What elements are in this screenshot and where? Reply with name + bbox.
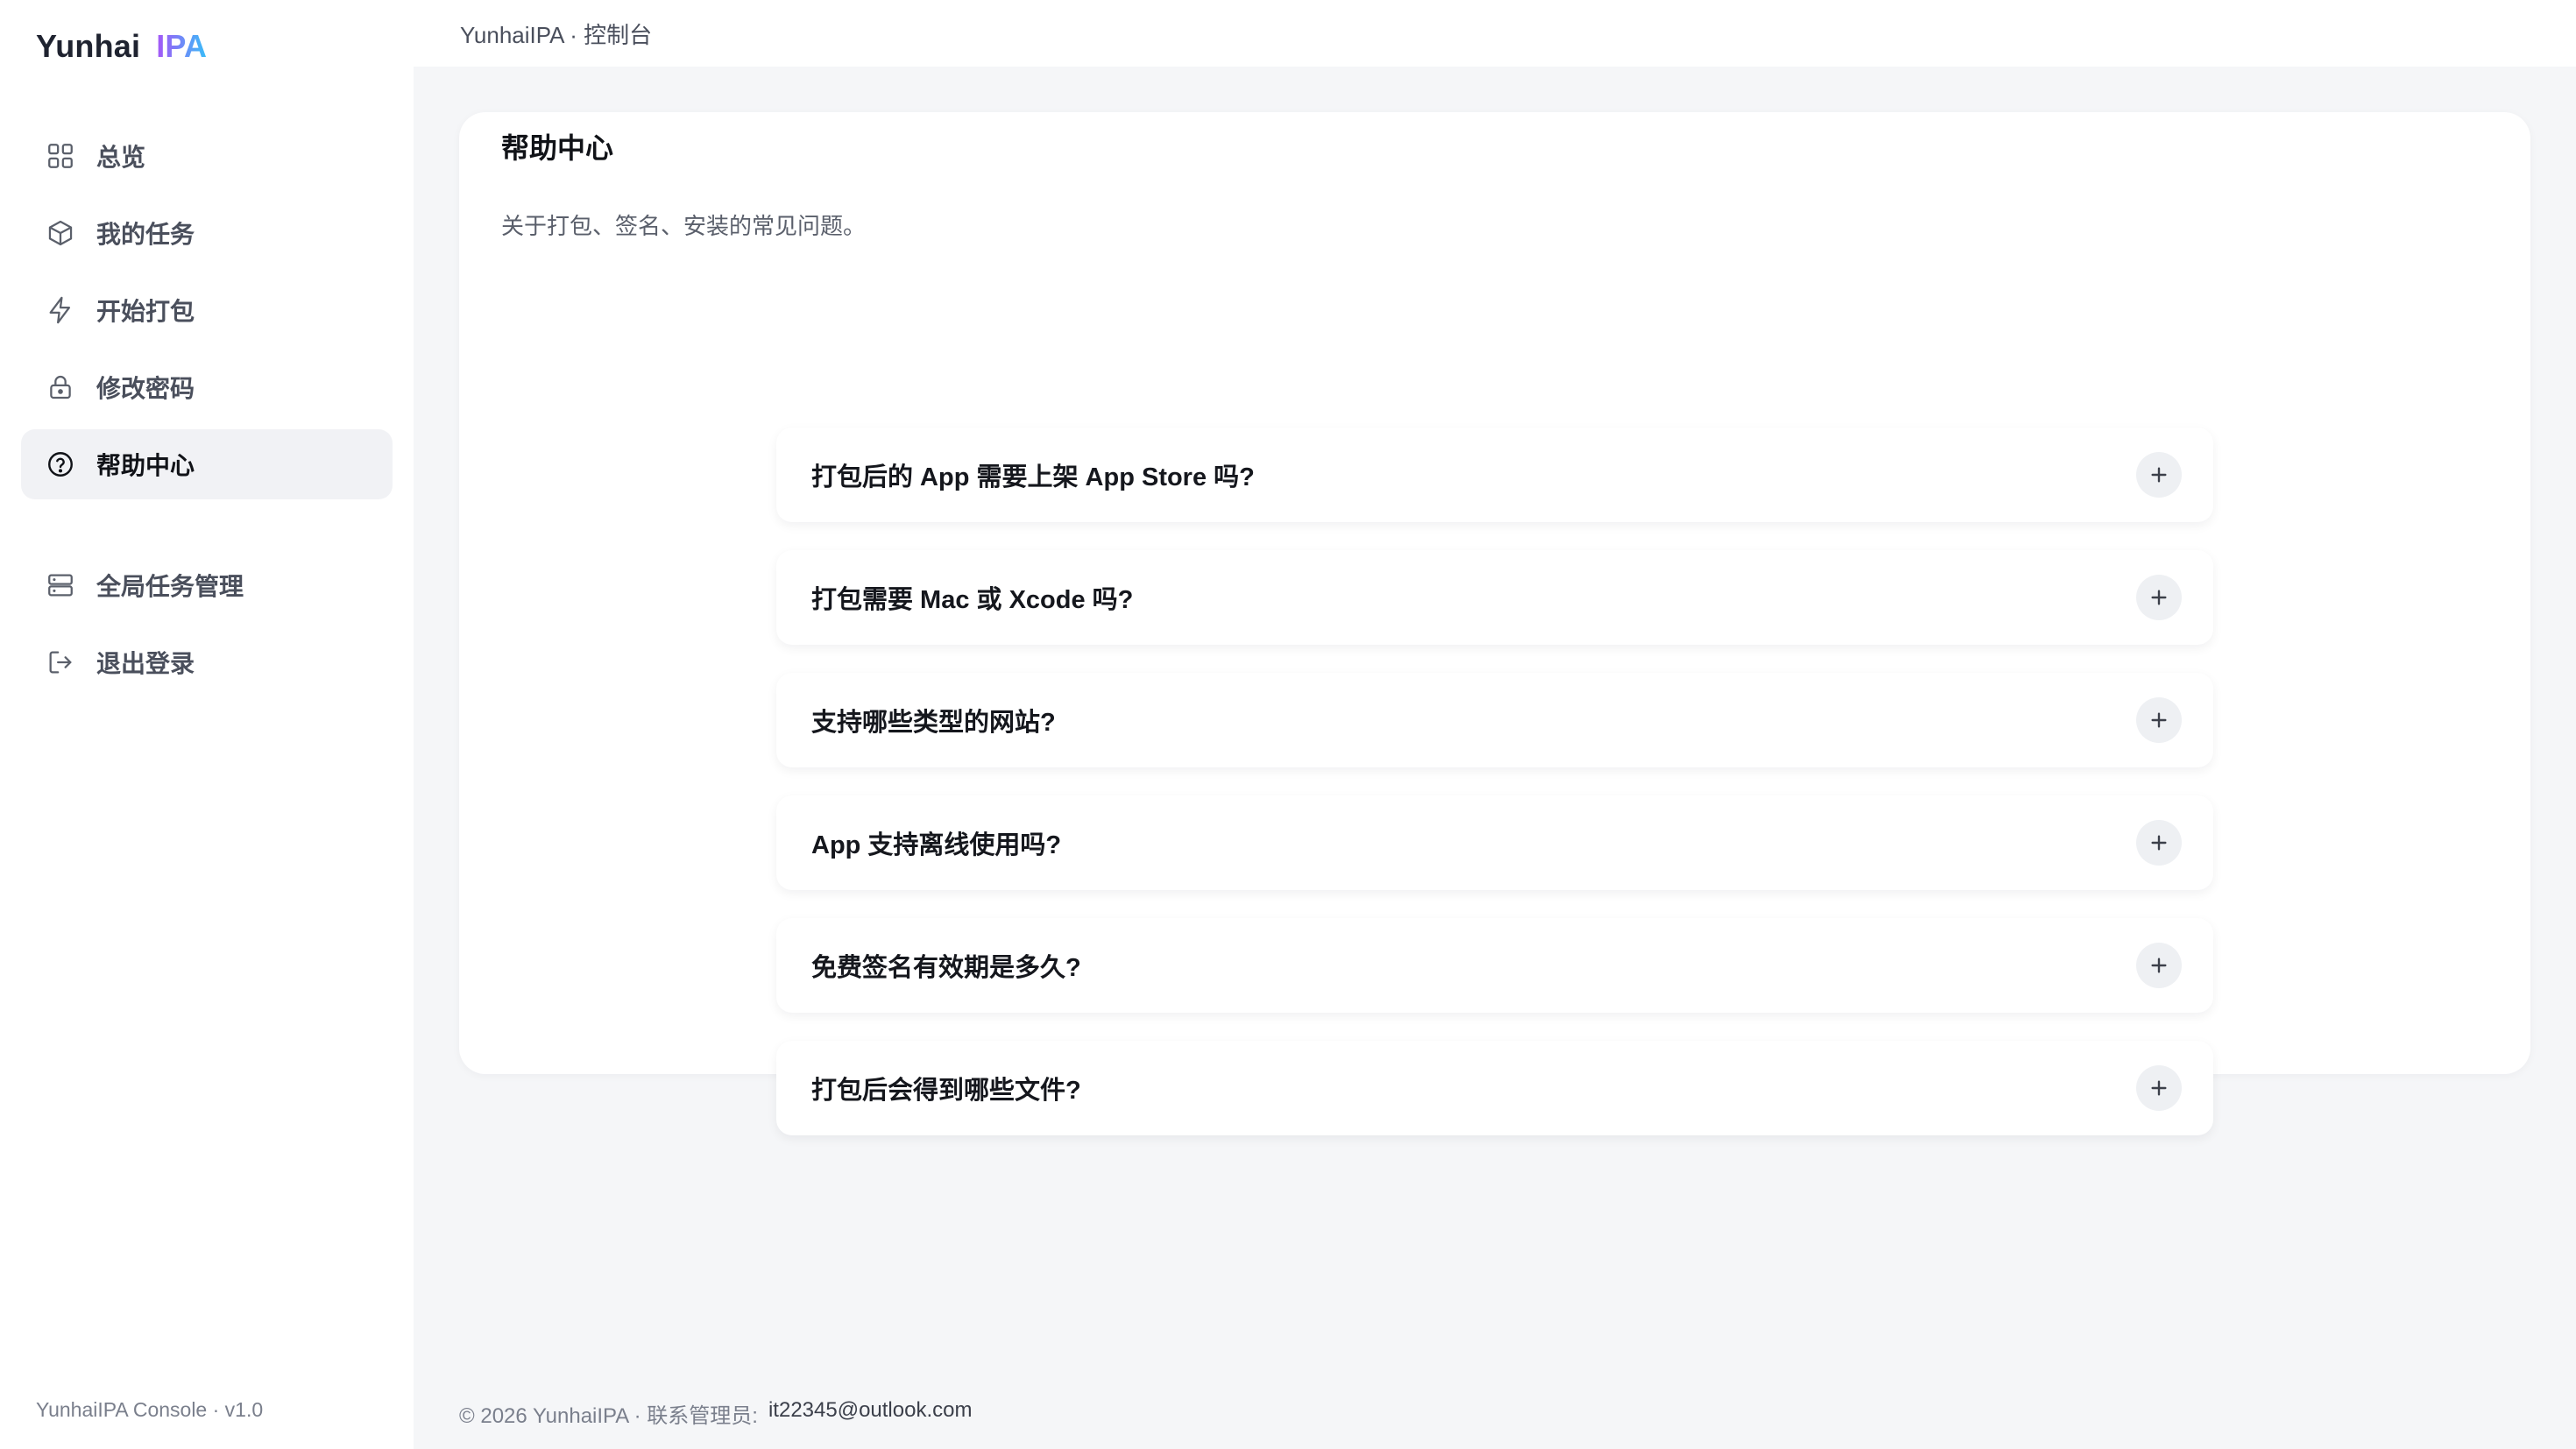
faq-question: App 支持离线使用吗? xyxy=(811,831,1062,859)
breadcrumb: YunhaiIPA · 控制台 xyxy=(460,21,653,48)
faq-question: 打包后会得到哪些文件? xyxy=(811,1077,1081,1105)
sidebar-item-label: 退出登录 xyxy=(96,650,195,677)
box-icon xyxy=(48,220,73,246)
faq-item[interactable]: App 支持离线使用吗? xyxy=(776,795,2213,890)
plus-icon xyxy=(2151,712,2167,728)
sidebar-item-label: 全局任务管理 xyxy=(96,573,244,600)
grid-icon xyxy=(48,144,73,168)
faq-item[interactable]: 打包后的 App 需要上架 App Store 吗? xyxy=(776,428,2213,522)
sidebar-item-logout[interactable]: 退出登录 xyxy=(21,627,393,697)
bolt-icon xyxy=(49,296,71,324)
topbar: YunhaiIPA · 控制台 xyxy=(414,0,2576,67)
expand-button[interactable] xyxy=(2136,575,2182,620)
plus-icon xyxy=(2151,835,2167,851)
page-footer: © 2026 YunhaiIPA · 联系管理员: it22345@outloo… xyxy=(459,1398,972,1429)
sidebar-item-help-center[interactable]: 帮助中心 xyxy=(21,429,393,499)
faq-item[interactable]: 免费签名有效期是多久? xyxy=(776,918,2213,1013)
faq-question: 打包需要 Mac 或 Xcode 吗? xyxy=(811,586,1134,614)
lock-icon xyxy=(50,375,71,399)
sidebar-item-label: 帮助中心 xyxy=(96,452,195,479)
brand-name: Yunhai xyxy=(36,28,141,64)
help-circle-icon xyxy=(48,452,73,477)
expand-button[interactable] xyxy=(2136,697,2182,743)
faq-item[interactable]: 支持哪些类型的网站? xyxy=(776,673,2213,767)
footer-copyright: © 2026 YunhaiIPA · 联系管理员: xyxy=(459,1404,758,1428)
brand-logo[interactable]: Yunhai IPA xyxy=(36,26,207,67)
brand-suffix: IPA xyxy=(156,28,208,64)
faq-question: 免费签名有效期是多久? xyxy=(811,954,1081,982)
faq-question: 支持哪些类型的网站? xyxy=(811,709,1056,737)
plus-icon xyxy=(2151,590,2167,605)
logout-icon xyxy=(49,651,72,674)
sidebar-item-label: 总览 xyxy=(96,144,146,171)
plus-icon xyxy=(2151,467,2167,483)
sidebar-item-my-tasks[interactable]: 我的任务 xyxy=(21,198,393,268)
sidebar-item-label: 开始打包 xyxy=(96,298,195,325)
sidebar-item-label: 修改密码 xyxy=(96,375,195,402)
expand-button[interactable] xyxy=(2136,820,2182,866)
sidebar-item-global-tasks[interactable]: 全局任务管理 xyxy=(21,550,393,620)
faq-question: 打包后的 App 需要上架 App Store 吗? xyxy=(811,463,1255,491)
app-root: Yunhai IPA 总览 我的任务 开始打包 修改密码 帮助中心 全局任务管理… xyxy=(0,0,2576,1449)
expand-button[interactable] xyxy=(2136,1065,2182,1111)
faq-item[interactable]: 打包后会得到哪些文件? xyxy=(776,1041,2213,1135)
plus-icon xyxy=(2151,1080,2167,1096)
expand-button[interactable] xyxy=(2136,452,2182,498)
expand-button[interactable] xyxy=(2136,943,2182,988)
page-title: 帮助中心 xyxy=(501,132,614,164)
faq-item[interactable]: 打包需要 Mac 或 Xcode 吗? xyxy=(776,550,2213,645)
page-subtitle: 关于打包、签名、安装的常见问题。 xyxy=(501,213,867,239)
plus-icon xyxy=(2151,958,2167,973)
sidebar-item-start-build[interactable]: 开始打包 xyxy=(21,275,393,345)
admin-email-link[interactable]: it22345@outlook.com xyxy=(768,1398,973,1429)
help-center-card: 帮助中心 关于打包、签名、安装的常见问题。 打包后的 App 需要上架 App … xyxy=(459,112,2530,1135)
sidebar-item-overview[interactable]: 总览 xyxy=(21,121,393,191)
sidebar-item-label: 我的任务 xyxy=(96,221,195,248)
sidebar-item-change-password[interactable]: 修改密码 xyxy=(21,352,393,422)
sidebar: Yunhai IPA 总览 我的任务 开始打包 修改密码 帮助中心 全局任务管理… xyxy=(0,0,414,1449)
server-icon xyxy=(48,574,73,597)
sidebar-footer-version: YunhaiIPA Console · v1.0 xyxy=(36,1398,264,1421)
